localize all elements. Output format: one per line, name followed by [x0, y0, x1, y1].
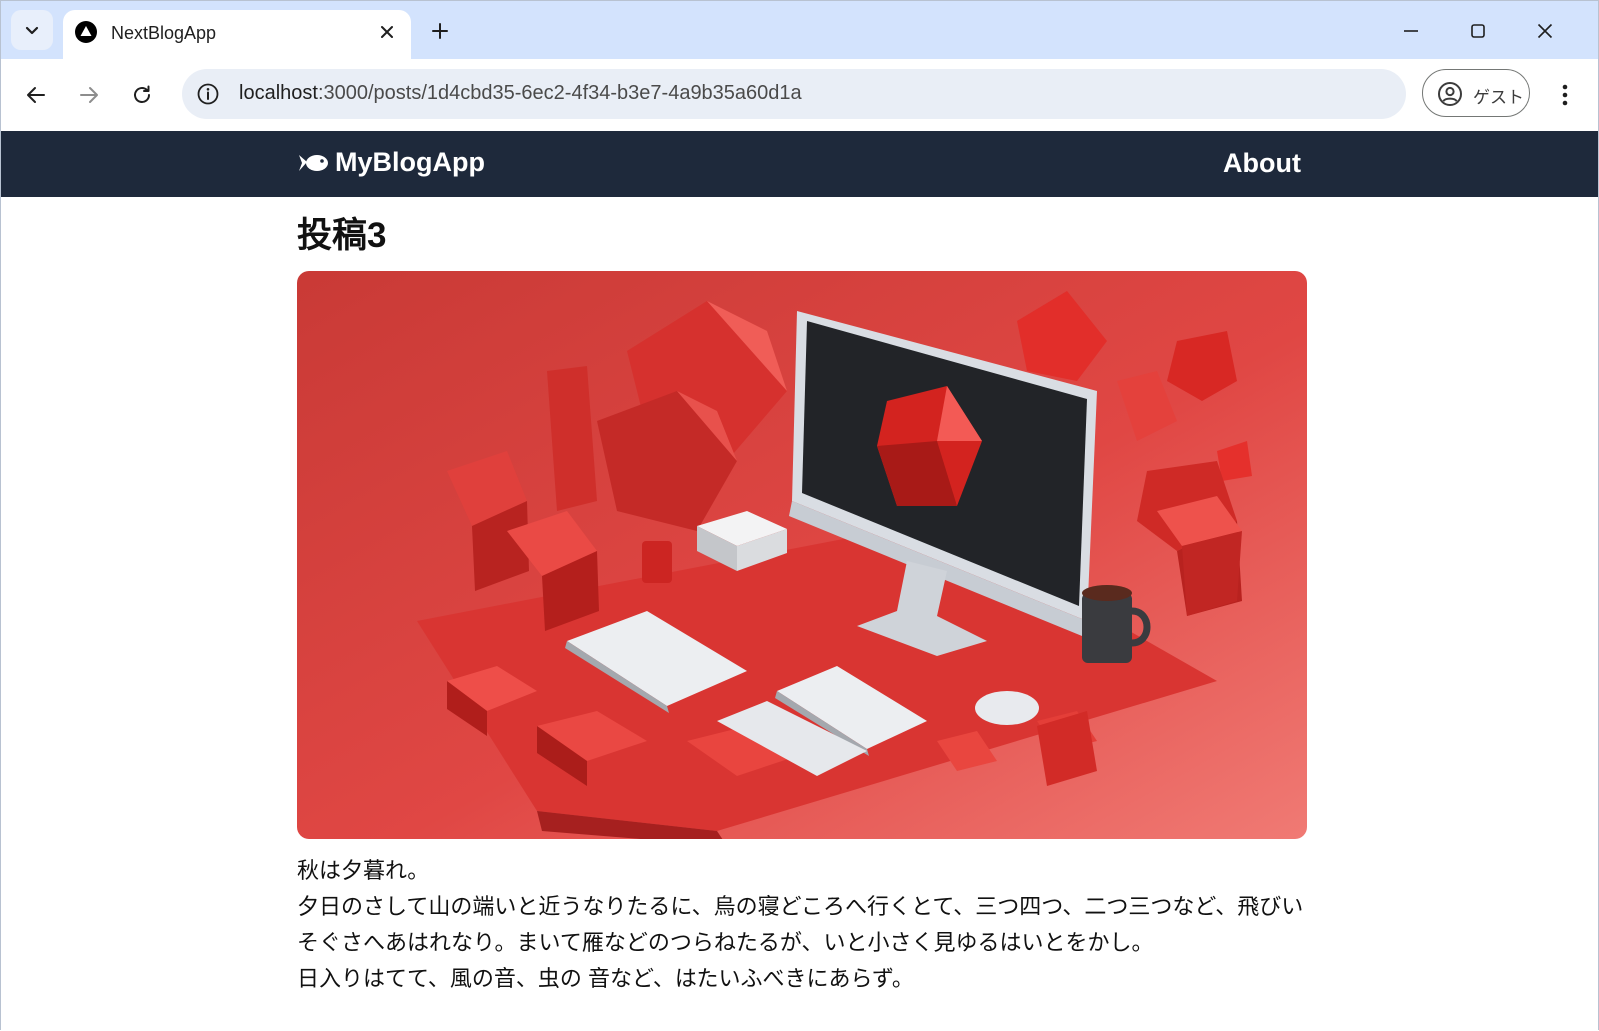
profile-button[interactable]: ゲスト — [1422, 69, 1530, 117]
window-close-button[interactable] — [1527, 13, 1563, 49]
minimize-icon — [1404, 30, 1418, 32]
maximize-button[interactable] — [1460, 13, 1496, 49]
post-content: 投稿3 秋は夕暮れ。 夕日のさして山の端いと近うなりたるに、烏の寝どころへ行くと… — [297, 197, 1307, 997]
url-path: :3000/posts/1d4cbd35-6ec2-4f34-b3e7-4a9b… — [317, 82, 802, 104]
arrow-right-icon — [80, 87, 98, 103]
plus-icon — [432, 23, 448, 39]
reload-icon — [134, 85, 150, 103]
profile-label: ゲスト — [1473, 88, 1524, 107]
browser-toolbar: localhost:3000/posts/1d4cbd35-6ec2-4f34-… — [1, 59, 1598, 131]
post-paragraph: 夕日のさして山の端いと近うなりたるに、烏の寝どころへ行くとて、三つ四つ、二つ三つ… — [297, 894, 1304, 955]
reload-button[interactable] — [122, 75, 162, 115]
post-title: 投稿3 — [297, 216, 387, 255]
new-tab-button[interactable] — [426, 17, 454, 45]
chevron-down-icon — [25, 26, 39, 35]
account-circle-icon — [1438, 82, 1462, 106]
arrow-left-icon — [27, 87, 45, 103]
tab-title: NextBlogApp — [111, 23, 217, 43]
close-icon[interactable] — [375, 20, 399, 44]
forward-button[interactable] — [69, 75, 109, 115]
url-text[interactable]: localhost:3000/posts/1d4cbd35-6ec2-4f34-… — [239, 82, 802, 105]
post-body: 秋は夕暮れ。 夕日のさして山の端いと近うなりたるに、烏の寝どころへ行くとて、三つ… — [297, 853, 1307, 997]
minimize-button[interactable] — [1393, 13, 1429, 49]
brand-link[interactable]: MyBlogApp — [297, 147, 485, 178]
close-icon — [1537, 23, 1553, 39]
browser-menu-button[interactable] — [1549, 75, 1581, 115]
post-paragraph: 秋は夕暮れ。 — [297, 858, 430, 883]
site-header: MyBlogApp About — [1, 131, 1598, 197]
post-hero-image — [297, 271, 1307, 839]
brand-name: MyBlogApp — [335, 147, 485, 177]
nextjs-triangle-icon — [75, 21, 97, 43]
browser-window: NextBlogApp localhost:3000/posts/1d4cbd3… — [0, 0, 1599, 1030]
maximize-icon — [1471, 24, 1485, 38]
tab-search-button[interactable] — [11, 10, 53, 50]
address-bar[interactable]: localhost:3000/posts/1d4cbd35-6ec2-4f34-… — [182, 69, 1406, 119]
fish-icon — [299, 154, 328, 171]
tab-strip: NextBlogApp — [1, 1, 1598, 59]
post-paragraph: 日入りはてて、風の音、虫の 音など、はたいふべきにあらず。 — [297, 966, 914, 991]
tab-active[interactable]: NextBlogApp — [63, 10, 411, 59]
back-button[interactable] — [16, 75, 56, 115]
url-host: localhost — [239, 82, 318, 104]
info-icon[interactable] — [196, 82, 220, 106]
nav-about-link[interactable]: About — [1223, 148, 1301, 179]
more-vert-icon — [1562, 84, 1568, 106]
